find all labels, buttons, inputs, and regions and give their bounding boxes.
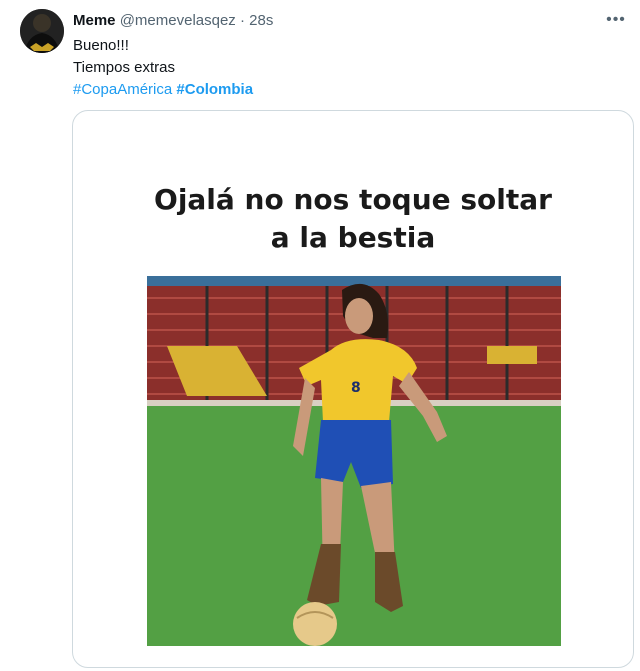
hashtag-colombia[interactable]: #Colombia	[176, 81, 253, 98]
tweet-text: Bueno!!! Tiempos extras #CopaAmérica #Co…	[73, 35, 253, 101]
author-handle[interactable]: @memevelasqez	[120, 12, 236, 29]
meme-photo: 8	[147, 276, 561, 646]
timestamp[interactable]: 28s	[249, 12, 273, 29]
separator-dot: ·	[239, 12, 245, 29]
avatar[interactable]	[20, 9, 64, 53]
more-options-icon[interactable]: •••	[606, 10, 626, 30]
meme-caption-line: Ojalá no nos toque soltar	[154, 183, 552, 216]
meme-caption-line: a la bestia	[270, 221, 436, 254]
avatar-image	[20, 9, 64, 53]
tweet[interactable]: Meme @memevelasqez · 28s ••• Bueno!!! Ti…	[0, 0, 640, 671]
author-name[interactable]: Meme	[73, 12, 116, 29]
tweet-media[interactable]: Ojalá no nos toque soltar a la bestia 8	[72, 110, 634, 668]
hashtag-row: #CopaAmérica #Colombia	[73, 79, 253, 101]
jersey-number: 8	[351, 380, 361, 396]
hashtag-copaamerica[interactable]: #CopaAmérica	[73, 81, 172, 98]
meme-caption: Ojalá no nos toque soltar a la bestia	[73, 181, 633, 257]
tweet-line: Bueno!!!	[73, 37, 129, 54]
tweet-header: Meme @memevelasqez · 28s	[73, 11, 273, 31]
tweet-line: Tiempos extras	[73, 59, 175, 76]
